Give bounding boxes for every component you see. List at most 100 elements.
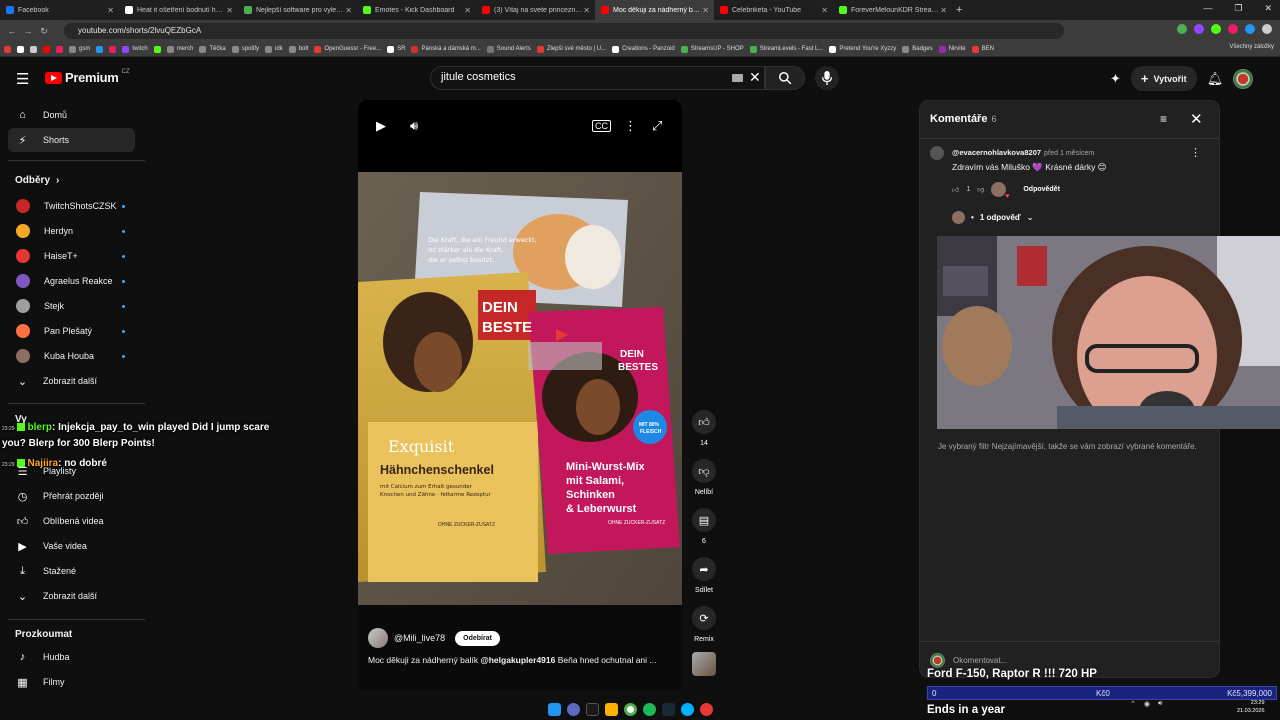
bookmark[interactable]: twitch bbox=[122, 45, 148, 53]
subscribe-button[interactable]: Odebírat bbox=[455, 630, 500, 646]
thumb-down-icon[interactable]: 👎︎ bbox=[977, 185, 984, 194]
search-input[interactable]: jitule cosmetics bbox=[430, 66, 765, 90]
channel-avatar[interactable] bbox=[368, 628, 388, 648]
play-icon[interactable]: ▶ bbox=[376, 118, 386, 134]
browser-tab[interactable]: Facebook ✕ bbox=[0, 0, 119, 20]
new-tab-button[interactable]: + bbox=[956, 4, 962, 16]
bookmark[interactable]: OpenGuessr - Free... bbox=[314, 45, 381, 53]
extension-icon[interactable] bbox=[1228, 24, 1238, 34]
sidebar-item[interactable]: ◷ Přehrát později bbox=[8, 484, 135, 508]
browser-tab[interactable]: Nejlepší software pro vylepšení ✕ bbox=[238, 0, 357, 20]
bookmark[interactable]: Creations - Panzoid bbox=[612, 45, 675, 53]
browser-tab[interactable]: ForeverMelounKDR Stream - W ✕ bbox=[833, 0, 952, 20]
sidebar-item[interactable]: Herdyn bbox=[8, 219, 135, 243]
network-icon[interactable]: ◉ bbox=[1144, 700, 1150, 708]
bookmark[interactable] bbox=[96, 45, 104, 53]
close-tab-icon[interactable]: ✕ bbox=[464, 6, 471, 15]
volume-icon[interactable]: 🔊︎ bbox=[1158, 700, 1162, 708]
sidebar-item[interactable]: Pan Plešatý bbox=[8, 319, 135, 343]
bookmark[interactable]: Sound Alerts bbox=[486, 45, 531, 53]
url-bar[interactable]: youtube.com/shorts/2lvuQEZbGcA bbox=[64, 23, 1064, 39]
subscriptions-header[interactable]: Odběry › bbox=[15, 175, 59, 186]
sidebar-item[interactable]: ⌂ Domů bbox=[8, 103, 135, 127]
sidebar-item[interactable]: ▦ Filmy bbox=[8, 670, 135, 694]
clear-search-icon[interactable]: ✕ bbox=[749, 69, 761, 86]
close-tab-icon[interactable]: ✕ bbox=[583, 6, 590, 15]
bookmark[interactable]: spotify bbox=[231, 45, 259, 53]
account-avatar[interactable] bbox=[1233, 68, 1254, 89]
bookmark[interactable]: StreamsUP - SHOP bbox=[680, 45, 744, 53]
comment-author[interactable]: @evacernohlavkova8207 bbox=[952, 148, 1041, 157]
bookmark[interactable]: bolt bbox=[288, 45, 308, 53]
app-icon[interactable] bbox=[567, 702, 580, 716]
forward-icon[interactable]: → bbox=[20, 26, 36, 36]
bookmark[interactable]: Badges bbox=[902, 45, 933, 53]
bookmark[interactable]: Pretend You're Xyzzy bbox=[829, 45, 896, 53]
bookmark[interactable] bbox=[30, 45, 37, 53]
steam-icon[interactable] bbox=[662, 702, 675, 716]
thumb-down-button[interactable]: 👎︎ bbox=[692, 459, 716, 483]
close-tab-icon[interactable]: ✕ bbox=[226, 6, 233, 15]
close-tab-icon[interactable]: ✕ bbox=[107, 6, 114, 15]
browser-tab[interactable]: (3) Vítaj na svete princezná! Dr ✕ bbox=[476, 0, 595, 20]
extension-icon[interactable] bbox=[1194, 24, 1204, 34]
sort-icon[interactable]: ≡ bbox=[1160, 112, 1167, 126]
close-tab-icon[interactable]: ✕ bbox=[702, 6, 709, 15]
sidebar-item[interactable]: ⤓ Stažené bbox=[8, 559, 135, 583]
bookmark[interactable] bbox=[56, 45, 63, 53]
bookmark[interactable]: gsm bbox=[69, 45, 90, 53]
bookmark[interactable] bbox=[17, 45, 24, 53]
folder-icon[interactable] bbox=[605, 702, 618, 716]
bookmark[interactable]: idk bbox=[265, 45, 283, 53]
add-comment-input[interactable]: Okomentovat... bbox=[953, 656, 1007, 665]
more-vert-icon[interactable]: ⋮ bbox=[624, 118, 637, 134]
back-icon[interactable]: ← bbox=[4, 26, 20, 36]
sidebar-item[interactable]: Stejk bbox=[8, 294, 135, 318]
bookmark[interactable] bbox=[43, 45, 50, 53]
chevron-up-icon[interactable]: ⌃ bbox=[1130, 700, 1136, 708]
close-tab-icon[interactable]: ✕ bbox=[821, 6, 828, 15]
menu-icon[interactable] bbox=[1262, 24, 1272, 34]
all-bookmarks[interactable]: Všechny záložky bbox=[1229, 44, 1274, 50]
bookmark[interactable]: SR bbox=[387, 45, 405, 53]
sidebar-item[interactable]: TwitchShotsCZSK bbox=[8, 194, 135, 218]
bookmark[interactable]: Nirvite bbox=[938, 45, 966, 53]
keyboard-icon[interactable] bbox=[732, 74, 743, 82]
sidebar-item[interactable]: ⚡ Shorts bbox=[8, 128, 135, 152]
sidebar-item[interactable]: Kuba Houba bbox=[8, 344, 135, 368]
create-button[interactable]: + Vytvořit bbox=[1130, 66, 1197, 91]
thumb-up-button[interactable]: 👍︎ bbox=[692, 410, 716, 434]
comment-avatar[interactable] bbox=[930, 146, 944, 160]
title-mention[interactable]: @helgakupler4916 bbox=[480, 655, 555, 665]
puzzle-icon[interactable]: ✦ bbox=[1110, 71, 1121, 87]
browser-tab[interactable]: Celebriketa - YouTube ✕ bbox=[714, 0, 833, 20]
extension-icon[interactable] bbox=[1211, 24, 1221, 34]
voice-search-button[interactable] bbox=[815, 66, 839, 90]
comment-more-icon[interactable]: ⋮ bbox=[1190, 146, 1201, 159]
clock[interactable]: 23:29 21.03.2026 bbox=[1237, 699, 1265, 715]
sidebar-item[interactable]: Agraelus Reakce bbox=[8, 269, 135, 293]
bookmark[interactable] bbox=[4, 45, 11, 53]
channel-name[interactable]: @Mili_live78 bbox=[394, 633, 445, 643]
extension-icon[interactable] bbox=[1245, 24, 1255, 34]
sidebar-item[interactable]: 👍︎ Oblíbená videa bbox=[8, 509, 135, 533]
bookmark[interactable] bbox=[153, 45, 161, 53]
sound-thumbnail[interactable] bbox=[692, 652, 716, 676]
captions-icon[interactable]: CC bbox=[592, 120, 611, 132]
reply-button[interactable]: Odpovědět bbox=[1023, 186, 1060, 193]
close-tab-icon[interactable]: ✕ bbox=[940, 6, 947, 15]
reload-icon[interactable]: ↻ bbox=[36, 26, 52, 37]
volume-icon[interactable]: 🔊︎ bbox=[410, 118, 418, 134]
bookmark[interactable]: Zlepši své město | U... bbox=[536, 45, 606, 53]
bookmark[interactable]: Těčka bbox=[199, 45, 226, 53]
fullscreen-icon[interactable]: ⤢ bbox=[652, 118, 662, 134]
bookmark[interactable]: merch bbox=[166, 45, 193, 53]
sidebar-item[interactable]: ⌄ Zobrazit další bbox=[8, 584, 135, 608]
chrome-icon[interactable] bbox=[624, 702, 637, 716]
browser-tab[interactable]: Emotes - Kick Dashboard ✕ bbox=[357, 0, 476, 20]
bookmark[interactable]: BEN bbox=[971, 45, 994, 53]
app-icon[interactable] bbox=[681, 702, 694, 716]
bookmark[interactable]: StreamLevels - Fast L... bbox=[749, 45, 823, 53]
app-icon[interactable] bbox=[586, 702, 599, 716]
replies-toggle[interactable]: • 1 odpověď ⌄ bbox=[952, 211, 1033, 224]
